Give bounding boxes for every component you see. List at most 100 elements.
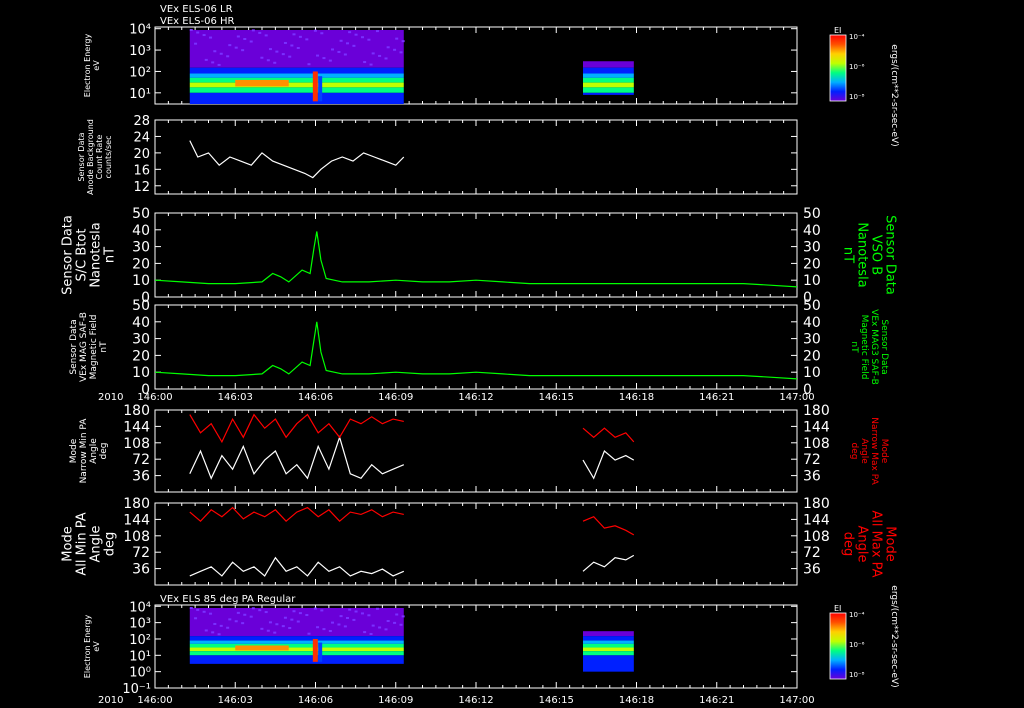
colorbar-label: EI (834, 604, 841, 613)
spectrogram-pixel (258, 609, 262, 612)
y-label-line: Electron Energy (83, 34, 92, 98)
spectrogram-band (189, 640, 404, 644)
y-tick-label-right: 50 (803, 206, 821, 222)
colorbar-units-text: ergs/(cm**2-sr-sec-eV) (889, 44, 899, 146)
multi-panel-plot: VEx ELS-06 LRVEx ELS-06 HR2010 146:00 146:… (60, 4, 899, 706)
y-label-line: Sensor Data (77, 132, 86, 181)
y-tick-label: 16 (133, 163, 150, 178)
spectrogram-band (583, 651, 634, 656)
y-label-right-line: All Max PA (869, 510, 884, 577)
y-label-right-line: Sensor Data (879, 319, 889, 374)
spectrogram-pixel (371, 624, 375, 627)
spectrogram-pixel (331, 621, 335, 624)
y-tick-label: 10⁴ (129, 600, 151, 615)
spectrogram-pixel (307, 632, 311, 635)
spectrogram-band (583, 647, 634, 652)
spectrogram-band (189, 643, 404, 648)
spectrogram-pixel (352, 618, 356, 621)
y-label-line: deg (102, 532, 117, 557)
spectrogram-band (189, 67, 404, 74)
spectrogram-pixel (226, 626, 230, 629)
spectrogram-pixel (266, 629, 270, 632)
spectrogram-pixel (209, 36, 213, 39)
spectrogram-pixel (354, 33, 358, 36)
y-axis-label: Sensor Data Anode Background Count Rate cou… (77, 119, 113, 195)
time-tick-label: 146:09 (378, 392, 413, 403)
y-label-line: Nanotesla (88, 222, 103, 287)
y-tick-label-right: 30 (803, 332, 821, 348)
y-label-line: Sensor Data (69, 319, 79, 374)
spectrogram-pixel (375, 607, 379, 610)
spectrogram-pixel (211, 631, 215, 634)
spectrogram-pixel (328, 59, 332, 62)
spectrogram-pixel (241, 622, 245, 625)
spectrogram-pixel (360, 612, 364, 615)
spectrogram-pixel (217, 633, 221, 636)
spectrogram-pixel (337, 623, 341, 626)
spectrogram-pixel (395, 613, 399, 616)
y-tick-label: 72 (132, 452, 150, 468)
panel-frame (154, 409, 798, 493)
y-label-right-line: Magnetic Field (859, 315, 869, 380)
y-tick-label: 10¹ (129, 649, 151, 664)
spectrogram-pixel (290, 618, 294, 621)
y-tick-label: 180 (123, 403, 150, 419)
year-label: 2010 (98, 695, 123, 706)
y-tick-label: 0 (141, 382, 150, 398)
spectrogram-pixel (249, 615, 253, 618)
colorbar-tick-label: 10⁻⁶ (849, 641, 865, 649)
y-label-right-line: Angle (859, 438, 869, 464)
y-tick-label-right: 144 (803, 419, 830, 435)
spectrogram-pixel (194, 617, 198, 620)
spectrogram-pixel (305, 38, 309, 41)
y-label-line: VEx MAG SAF-B (79, 312, 89, 382)
y-tick-label: 72 (132, 545, 150, 561)
spectrogram-pixel (264, 611, 268, 614)
spectrogram-pixel (226, 55, 230, 58)
y-tick-label: 10³ (129, 617, 151, 632)
y-label-line: nT (99, 341, 109, 353)
spectrogram-pixel (399, 51, 403, 54)
y-label-right-line: Angle (855, 526, 870, 563)
spectrogram-band (189, 82, 404, 88)
time-tick-label: 147:00 (779, 695, 814, 706)
y-tick-label: 180 (123, 496, 150, 512)
y-label-right-line: VEx MAG3 SAF-B (869, 309, 879, 385)
time-tick-label: 146:21 (699, 695, 734, 706)
spectrogram-band (583, 631, 634, 637)
y-label-right-line: deg (841, 532, 856, 557)
spectrogram-pixel (219, 52, 223, 55)
spectrogram-band (189, 651, 404, 656)
spectrogram-band (189, 77, 404, 83)
spectrogram-pixel (249, 40, 253, 43)
y-label-right-line: VSO B (869, 235, 884, 275)
spectrogram-pixel (384, 628, 388, 631)
panel-frame (154, 502, 798, 586)
spectrogram-pixel (283, 616, 287, 619)
spectrogram-pixel (313, 29, 317, 32)
spectrogram-hot-stripe (312, 71, 318, 102)
header-title-line: VEx ELS-06 HR (160, 16, 235, 27)
time-tick-label: 146:21 (699, 392, 734, 403)
spectrogram-pixel (298, 35, 302, 38)
y-label-line: counts/sec (104, 136, 113, 179)
spectrogram-pixel (236, 35, 240, 38)
y-tick-label-right: 40 (803, 315, 821, 331)
y-tick-label: 10⁻¹ (122, 682, 151, 697)
spectrogram-pixel (288, 55, 292, 58)
spectrogram-dip-stripe (318, 642, 323, 662)
spectrogram-pixel (196, 31, 200, 34)
colorbar-tick-label: 10⁻⁸ (849, 93, 865, 101)
y-label-line: Anode Background (86, 119, 95, 195)
spectrogram-pixel (236, 611, 240, 614)
time-tick-label: 146:12 (458, 695, 493, 706)
spectrogram-pixel (275, 50, 279, 53)
spectrogram-pixel (251, 607, 255, 610)
spectrogram-pixel (275, 623, 279, 626)
y-tick-label: 108 (123, 529, 150, 545)
spectrogram-band (583, 61, 634, 68)
y-tick-label-right: 10 (803, 273, 821, 289)
spectrogram-pixel (367, 38, 371, 41)
spectrogram-warm-band (235, 79, 289, 87)
spectrogram-pixel (296, 47, 300, 50)
